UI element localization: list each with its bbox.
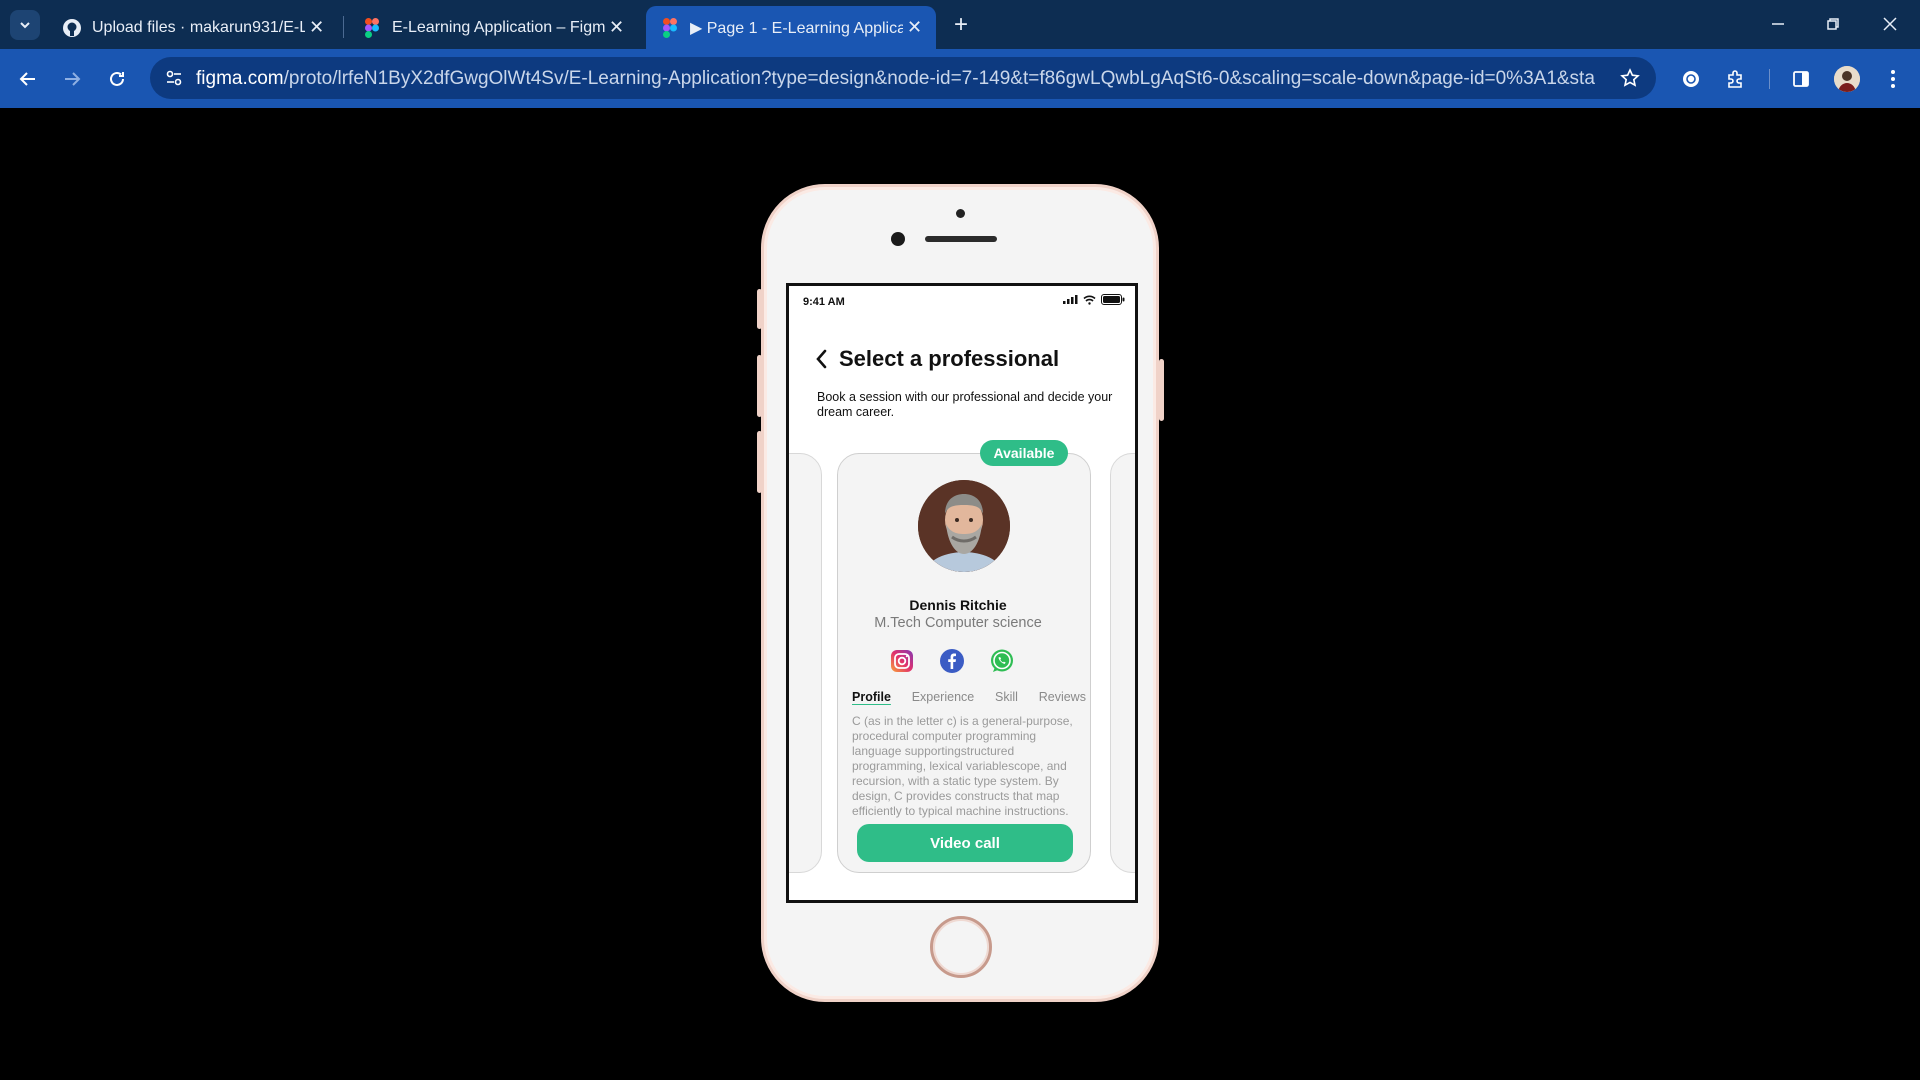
battery-icon	[1101, 294, 1125, 305]
professional-card[interactable]: Available Dennis Ritchie M.Tech Computer…	[837, 440, 1091, 873]
professional-degree: M.Tech Computer science	[874, 615, 1042, 631]
signal-icon	[1063, 295, 1078, 304]
avatar	[1834, 66, 1860, 92]
tab-profile[interactable]: Profile	[852, 690, 891, 704]
power-button	[1159, 359, 1164, 421]
tab-title: ▶ Page 1 - E-Learning Applicati	[690, 19, 904, 37]
tab-experience[interactable]: Experience	[912, 690, 975, 704]
url-path: /proto/lrfeN1ByX2dfGwgOlWt4Sv/E-Learning…	[283, 68, 1596, 89]
facebook-icon[interactable]	[938, 647, 966, 675]
figma-icon	[660, 17, 680, 38]
close-icon[interactable]: ✕	[305, 16, 328, 40]
bookmark-star-icon[interactable]	[1618, 66, 1642, 90]
extension-badge-icon	[1683, 71, 1699, 87]
close-icon	[1883, 17, 1897, 31]
back-button[interactable]	[11, 62, 45, 96]
previous-professional-card[interactable]	[789, 453, 822, 873]
arrow-left-icon	[19, 72, 35, 86]
back-button[interactable]	[811, 346, 831, 372]
page-subtitle: Book a session with our professional and…	[817, 390, 1113, 419]
availability-badge: Available	[980, 440, 1068, 466]
tab-search-button[interactable]	[10, 10, 40, 40]
tab-title: E-Learning Application – Figma	[392, 18, 606, 36]
video-call-button[interactable]: Video call	[857, 824, 1073, 862]
toolbar-divider	[1769, 69, 1770, 89]
home-button	[930, 916, 992, 978]
status-time: 9:41 AM	[803, 296, 845, 308]
front-camera	[891, 232, 905, 246]
tab-strip: Upload files · makarun931/E-Le ✕ E-Learn…	[0, 0, 1920, 49]
tab-github-upload[interactable]: Upload files · makarun931/E-Le ✕	[48, 6, 338, 49]
figma-icon	[362, 17, 382, 38]
minimize-icon	[1772, 23, 1784, 25]
earpiece-speaker	[925, 236, 997, 242]
tab-divider	[343, 16, 344, 38]
address-bar[interactable]: figma.com/proto/lrfeN1ByX2dfGwgOlWt4Sv/E…	[150, 57, 1656, 99]
volume-down-button	[757, 431, 762, 493]
new-tab-button[interactable]: +	[946, 10, 976, 40]
forward-button[interactable]	[55, 62, 89, 96]
close-window-button[interactable]	[1870, 8, 1910, 40]
status-icons	[1063, 294, 1125, 305]
close-icon[interactable]: ✕	[605, 16, 628, 40]
professional-name: Dennis Ritchie	[909, 597, 1007, 613]
reload-button[interactable]	[100, 62, 134, 96]
site-settings-icon[interactable]	[162, 66, 186, 90]
tab-figma-prototype[interactable]: ▶ Page 1 - E-Learning Applicati ✕	[646, 6, 936, 49]
reload-icon	[110, 71, 124, 86]
profile-tabs: Profile Experience Skill Reviews	[852, 690, 1086, 704]
extension-button[interactable]	[1674, 62, 1708, 96]
volume-up-button	[757, 355, 762, 417]
puzzle-icon	[1728, 70, 1742, 88]
whatsapp-icon[interactable]	[988, 647, 1016, 675]
app-screen: 9:41 AM Select a professional Book a ses…	[786, 283, 1138, 903]
profile-description: C (as in the letter c) is a general-purp…	[852, 714, 1073, 818]
page-title: Select a professional	[839, 346, 1060, 371]
chevron-left-icon	[816, 349, 827, 369]
side-panel-icon	[1793, 71, 1809, 87]
more-vertical-icon	[1891, 70, 1895, 88]
url-host: figma.com	[196, 68, 284, 89]
chevron-down-icon	[20, 22, 30, 29]
url-text[interactable]: figma.com/proto/lrfeN1ByX2dfGwgOlWt4Sv/E…	[196, 68, 1596, 90]
profile-button[interactable]	[1830, 62, 1864, 96]
github-icon	[62, 18, 82, 38]
proximity-sensor	[956, 209, 965, 218]
restore-button[interactable]	[1813, 8, 1853, 40]
restore-icon	[1827, 18, 1839, 30]
minimize-button[interactable]	[1758, 8, 1798, 40]
tab-title: Upload files · makarun931/E-Le	[92, 18, 306, 36]
browser-menu-button[interactable]	[1876, 62, 1910, 96]
instagram-icon[interactable]	[888, 647, 916, 675]
wifi-icon	[1083, 295, 1096, 305]
mute-switch	[757, 289, 762, 329]
professional-photo	[918, 480, 1010, 572]
arrow-right-icon	[65, 72, 81, 86]
phone-frame: 9:41 AM Select a professional Book a ses…	[757, 184, 1164, 1002]
browser-toolbar: figma.com/proto/lrfeN1ByX2dfGwgOlWt4Sv/E…	[0, 49, 1920, 108]
tab-reviews[interactable]: Reviews	[1039, 690, 1086, 704]
extensions-menu-button[interactable]	[1718, 62, 1752, 96]
tab-figma-file[interactable]: E-Learning Application – Figma ✕	[348, 6, 638, 49]
side-panel-button[interactable]	[1784, 62, 1818, 96]
tab-skill[interactable]: Skill	[995, 690, 1018, 704]
close-icon[interactable]: ✕	[903, 16, 926, 40]
next-professional-card[interactable]	[1110, 453, 1135, 873]
